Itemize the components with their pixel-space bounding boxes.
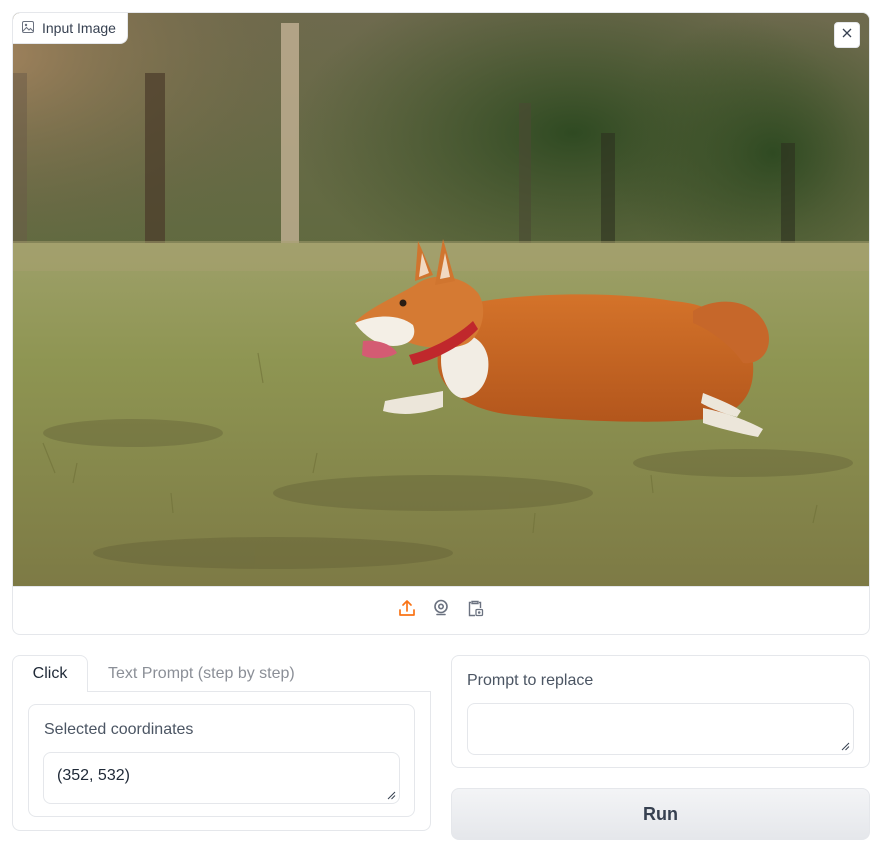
selected-coordinates-field[interactable]: (352, 532) [43, 752, 400, 804]
paste-clipboard-button[interactable] [465, 599, 485, 622]
tab-text-prompt[interactable]: Text Prompt (step by step) [98, 655, 305, 692]
selected-coordinates-value: (352, 532) [57, 767, 130, 784]
webcam-icon [432, 599, 450, 622]
image-source-toolbar [13, 586, 869, 634]
upload-button[interactable] [397, 599, 417, 622]
image-icon [22, 20, 34, 36]
selected-coordinates-label: Selected coordinates [44, 721, 194, 738]
selected-coordinates-block: Selected coordinates (352, 532) [28, 704, 415, 817]
resize-handle-icon[interactable] [387, 791, 396, 800]
tab-click-label: Click [32, 665, 68, 682]
tab-click[interactable]: Click [12, 655, 88, 692]
clipboard-icon [466, 599, 484, 622]
prompt-to-replace-block: Prompt to replace [451, 655, 870, 768]
close-icon [841, 26, 853, 44]
input-image-label: Input Image [13, 13, 128, 44]
input-image-panel: Input Image [12, 12, 870, 635]
tab-text-prompt-label: Text Prompt (step by step) [108, 664, 295, 682]
input-image[interactable] [13, 13, 869, 586]
resize-handle-icon[interactable] [841, 742, 850, 751]
prompt-to-replace-label: Prompt to replace [467, 672, 594, 689]
clear-image-button[interactable] [834, 22, 860, 48]
corgi-photo [13, 13, 869, 586]
upload-icon [398, 599, 416, 622]
run-button-label: Run [643, 803, 678, 824]
input-image-label-text: Input Image [42, 20, 116, 36]
webcam-button[interactable] [431, 599, 451, 622]
prompt-to-replace-field[interactable] [467, 703, 854, 755]
run-button[interactable]: Run [451, 788, 870, 840]
